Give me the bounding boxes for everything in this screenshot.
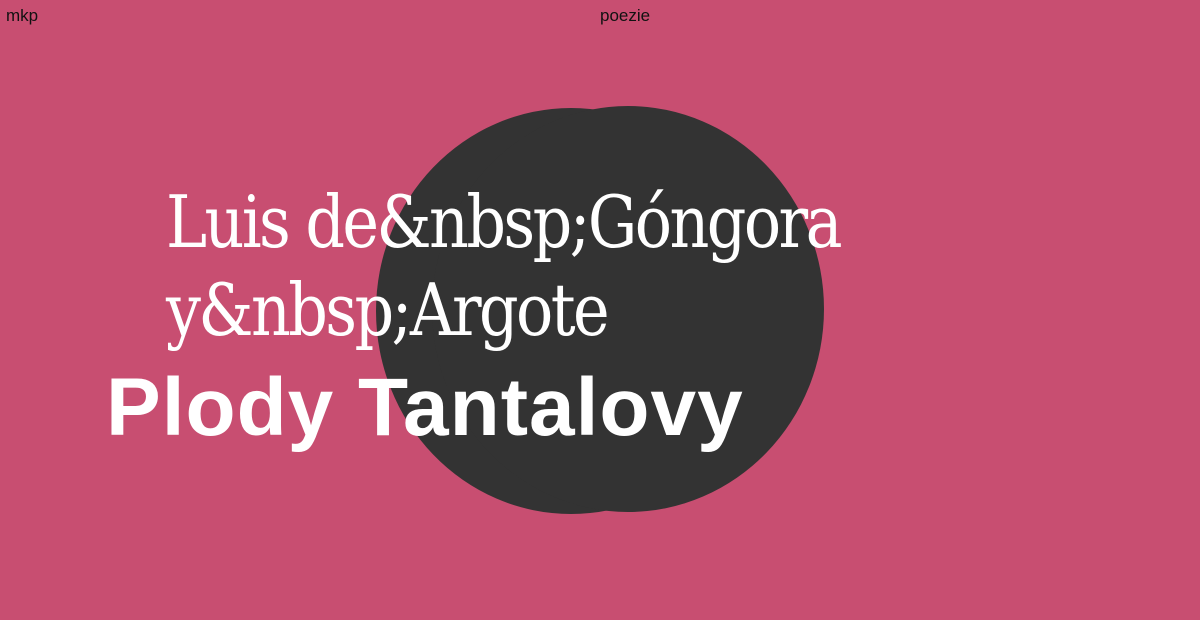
author-name: Luis de&nbsp;Góngora y&nbsp;Argote — [166, 178, 842, 354]
author-name-line-1: Luis de&nbsp;Góngora — [166, 180, 842, 264]
site-label[interactable]: mkp — [6, 6, 38, 26]
section-label[interactable]: poezie — [600, 6, 650, 26]
book-title: Plody Tantalovy — [106, 362, 744, 453]
author-name-line-2: y&nbsp;Argote — [166, 268, 610, 352]
